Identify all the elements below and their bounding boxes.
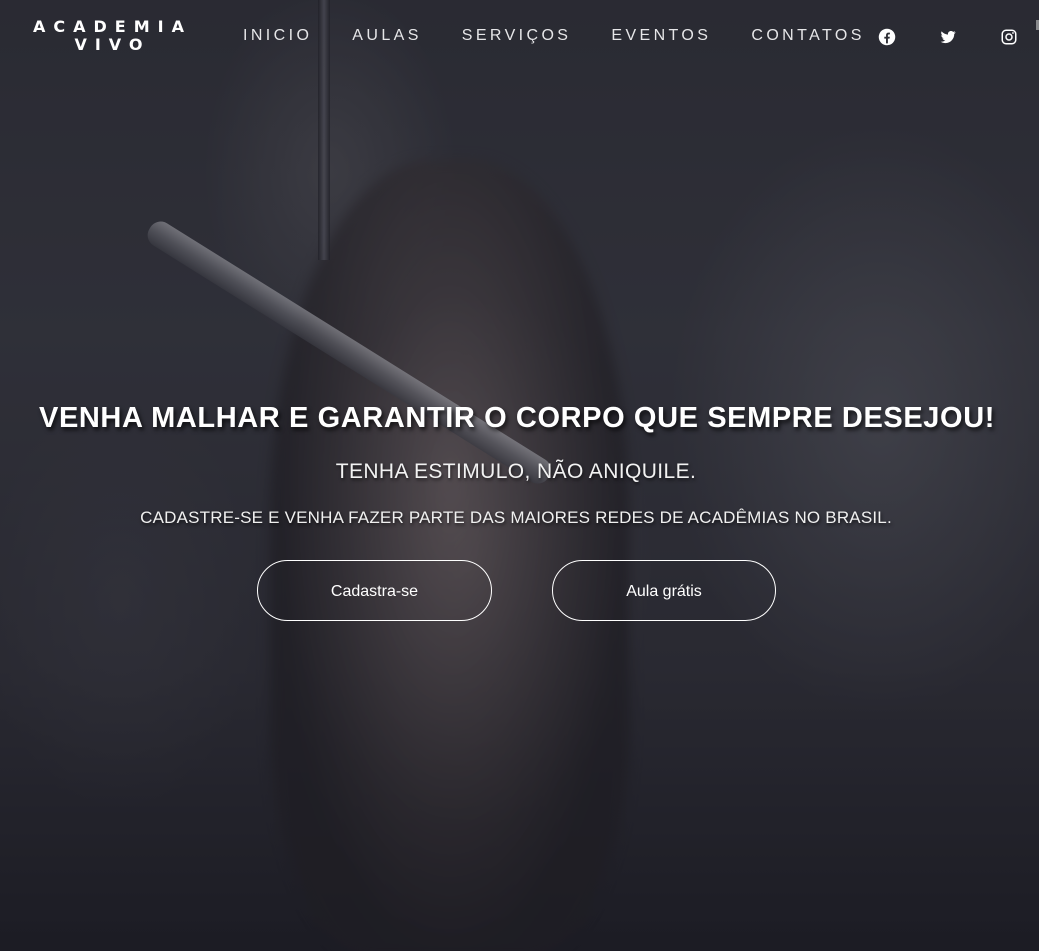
twitter-icon[interactable] xyxy=(939,28,957,46)
signup-button[interactable]: Cadastra-se xyxy=(257,560,492,621)
nav-item-eventos[interactable]: EVENTOS xyxy=(611,27,711,45)
facebook-icon[interactable] xyxy=(878,28,896,46)
hero-headline: VENHA MALHAR E GARANTIR O CORPO QUE SEMP… xyxy=(39,402,995,434)
brand-logo[interactable]: ACADEMIA VIVO xyxy=(30,18,195,54)
hero-tagline: CADASTRE-SE E VENHA FAZER PARTE DAS MAIO… xyxy=(140,508,892,527)
site-header: ACADEMIA VIVO INICIO AULAS SERVIÇOS EVEN… xyxy=(0,0,1039,74)
brand-line-2: VIVO xyxy=(74,35,151,54)
instagram-icon[interactable] xyxy=(1000,28,1018,46)
nav-item-contatos[interactable]: CONTATOS xyxy=(751,27,864,45)
hero-subheadline: TENHA ESTIMULO, NÃO ANIQUILE. xyxy=(335,460,697,483)
nav-item-aulas[interactable]: AULAS xyxy=(352,27,421,45)
free-class-button[interactable]: Aula grátis xyxy=(552,560,776,621)
nav-item-inicio[interactable]: INICIO xyxy=(243,27,312,45)
main-nav: INICIO AULAS SERVIÇOS EVENTOS CONTATOS xyxy=(243,27,905,45)
brand-line-1: ACADEMIA xyxy=(33,17,192,36)
nav-item-servicos[interactable]: SERVIÇOS xyxy=(462,27,572,45)
